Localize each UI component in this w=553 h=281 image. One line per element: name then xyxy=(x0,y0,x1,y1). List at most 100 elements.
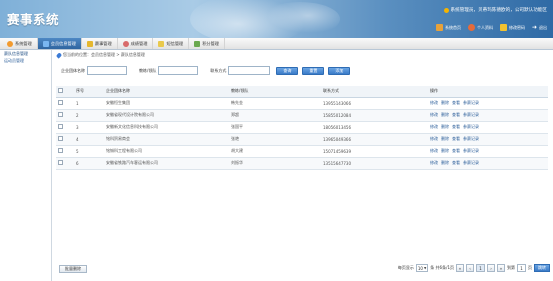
profile-link[interactable]: 个人资料 xyxy=(467,24,493,31)
add-button[interactable]: 添加 xyxy=(328,66,351,75)
row-checkbox[interactable] xyxy=(58,100,63,105)
logout-icon: ➜ xyxy=(531,24,537,31)
row-coach: 张国平 xyxy=(229,121,321,134)
tab-member-management[interactable]: 会员信息管理 xyxy=(37,38,82,49)
row-ops: 修改 删除 查看 参赛记录 xyxy=(428,145,548,158)
total-text: 条 共6条/1页 xyxy=(430,265,454,270)
sidebar-item-athletes[interactable]: 运动员管理 xyxy=(0,57,51,64)
row-coach: 郑超 xyxy=(229,109,321,122)
current-page: 1 xyxy=(476,264,485,272)
edit-link[interactable]: 修改 xyxy=(430,148,438,153)
edit-link[interactable]: 修改 xyxy=(430,136,438,141)
home-link[interactable]: 系统首页 xyxy=(435,24,461,31)
records-link[interactable]: 参赛记录 xyxy=(463,136,479,141)
top-links: 系统首页 个人资料 修改密码 ➜ 退出 xyxy=(435,24,547,31)
last-page-button[interactable]: » xyxy=(497,264,505,272)
row-ops: 修改 删除 查看 参赛记录 xyxy=(428,121,548,134)
view-link[interactable]: 查看 xyxy=(452,100,460,105)
sidebar-item-team-info[interactable]: 赛队信息管理 xyxy=(0,50,51,57)
view-link[interactable]: 查看 xyxy=(452,148,460,153)
go-button[interactable]: 跳转 xyxy=(534,264,550,272)
bulk-delete-button[interactable]: 批量删除 xyxy=(59,265,87,273)
delete-link[interactable]: 删除 xyxy=(441,124,449,129)
delete-link[interactable]: 删除 xyxy=(441,100,449,105)
table-row: 6 安徽省铁路汽车客运有限公司 刘振华 13515647730 修改 删除 查看 参赛… xyxy=(56,157,548,170)
records-link[interactable]: 参赛记录 xyxy=(463,112,479,117)
select-all-checkbox[interactable] xyxy=(58,88,63,94)
tab-sms-management[interactable]: 短信管理 xyxy=(153,38,190,49)
jump-page-input[interactable]: 1 xyxy=(517,264,526,272)
view-link[interactable]: 查看 xyxy=(452,136,460,141)
company-label: 企业团体名称 xyxy=(61,67,85,73)
company-input[interactable] xyxy=(87,66,127,75)
row-company: 铭铖科工程有限公司 xyxy=(104,145,229,158)
row-no: 6 xyxy=(74,157,104,170)
table-row: 4 铭科贸易商会 张艳 13965049366 修改 删除 查看 参赛记录 xyxy=(56,133,548,146)
row-company: 安徽省铁路汽车客运有限公司 xyxy=(104,157,229,170)
edit-link[interactable]: 修改 xyxy=(430,160,438,165)
app-title: 赛事系统 xyxy=(7,12,60,27)
per-page-select[interactable]: 10 ▼ xyxy=(415,264,429,272)
main-nav: 系统管理 会员信息管理 赛事管理 成绩管理 短信管理 积分管理 xyxy=(0,38,553,50)
prev-page-button[interactable]: ‹ xyxy=(466,264,474,272)
row-contact: 15855012084 xyxy=(321,109,428,122)
users-icon xyxy=(42,40,49,47)
row-no: 4 xyxy=(74,133,104,146)
records-link[interactable]: 参赛记录 xyxy=(463,148,479,153)
logout-link[interactable]: ➜ 退出 xyxy=(532,24,547,31)
view-link[interactable]: 查看 xyxy=(452,160,460,165)
row-coach: 胡大建 xyxy=(229,145,321,158)
row-checkbox[interactable] xyxy=(58,112,63,117)
reset-button[interactable]: 重置 xyxy=(302,66,325,75)
table-row: 3 安徽新文化信息科技有限公司 张国平 18056013456 修改 删除 查看 参赛… xyxy=(56,121,548,134)
table-row: 1 安徽恒生集团 韩先金 13955143066 修改 删除 查看 参赛记录 xyxy=(56,97,548,110)
edit-link[interactable]: 修改 xyxy=(430,100,438,105)
tab-event-management[interactable]: 赛事管理 xyxy=(82,38,118,49)
location-pin-icon xyxy=(55,51,63,59)
row-checkbox[interactable] xyxy=(58,160,63,165)
home-icon xyxy=(435,24,443,31)
jump-label: 到第 xyxy=(507,265,515,270)
breadcrumb: 您当前的位置：会员信息管理 > 赛队信息管理 xyxy=(55,51,145,59)
row-checkbox[interactable] xyxy=(58,124,63,129)
contact-input[interactable] xyxy=(228,66,271,75)
view-link[interactable]: 查看 xyxy=(452,112,460,117)
row-contact: 13965049366 xyxy=(321,133,428,146)
delete-link[interactable]: 删除 xyxy=(441,136,449,141)
records-link[interactable]: 参赛记录 xyxy=(463,160,479,165)
edit-link[interactable]: 修改 xyxy=(430,124,438,129)
tab-score-management[interactable]: 成绩管理 xyxy=(118,38,154,49)
next-page-button[interactable]: › xyxy=(487,264,495,272)
row-contact: 18056013456 xyxy=(321,121,428,134)
records-link[interactable]: 参赛记录 xyxy=(463,100,479,105)
edit-link[interactable]: 修改 xyxy=(430,112,438,117)
tab-points-management[interactable]: 积分管理 xyxy=(189,38,225,49)
delete-link[interactable]: 删除 xyxy=(441,160,449,165)
delete-link[interactable]: 删除 xyxy=(441,148,449,153)
row-coach: 张艳 xyxy=(229,133,321,146)
team-table: 序号 企业团体名称 教练/领队 联系方式 操作 1 安徽恒生集团 韩先金 139… xyxy=(56,86,548,170)
coach-label: 教练/领队 xyxy=(139,67,157,73)
table-row: 2 安徽省现代设计院有限公司 郑超 15855012084 修改 删除 查看 参赛记录 xyxy=(56,109,548,122)
sidebar: 赛队信息管理 运动员管理 xyxy=(0,50,52,281)
first-page-button[interactable]: « xyxy=(456,264,464,272)
filter-bar: 企业团体名称 教练/领队 联系方式 查询 重置 添加 xyxy=(61,66,351,75)
view-link[interactable]: 查看 xyxy=(452,124,460,129)
lock-icon xyxy=(499,24,507,31)
delete-link[interactable]: 删除 xyxy=(441,112,449,117)
header-no: 序号 xyxy=(74,86,104,98)
app-header: 赛事系统 系统管理员，贝蒂玛陈德欧的，公司默认功能区 系统首页 个人资料 修改密… xyxy=(0,0,553,38)
tab-system-management[interactable]: 系统管理 xyxy=(2,38,38,49)
chart-icon xyxy=(122,40,129,47)
header-coach: 教练/领队 xyxy=(229,86,321,98)
change-password-link[interactable]: 修改密码 xyxy=(499,24,525,31)
coach-input[interactable] xyxy=(158,66,199,75)
contact-label: 联系方式 xyxy=(210,67,227,73)
search-button[interactable]: 查询 xyxy=(276,66,299,75)
row-checkbox[interactable] xyxy=(58,148,63,153)
records-link[interactable]: 参赛记录 xyxy=(463,124,479,129)
row-ops: 修改 删除 查看 参赛记录 xyxy=(428,109,548,122)
row-checkbox[interactable] xyxy=(58,136,63,141)
per-page-label: 每页显示 xyxy=(397,265,414,270)
welcome-text: 系统管理员，贝蒂玛陈德欧的，公司默认功能区 xyxy=(450,8,547,13)
